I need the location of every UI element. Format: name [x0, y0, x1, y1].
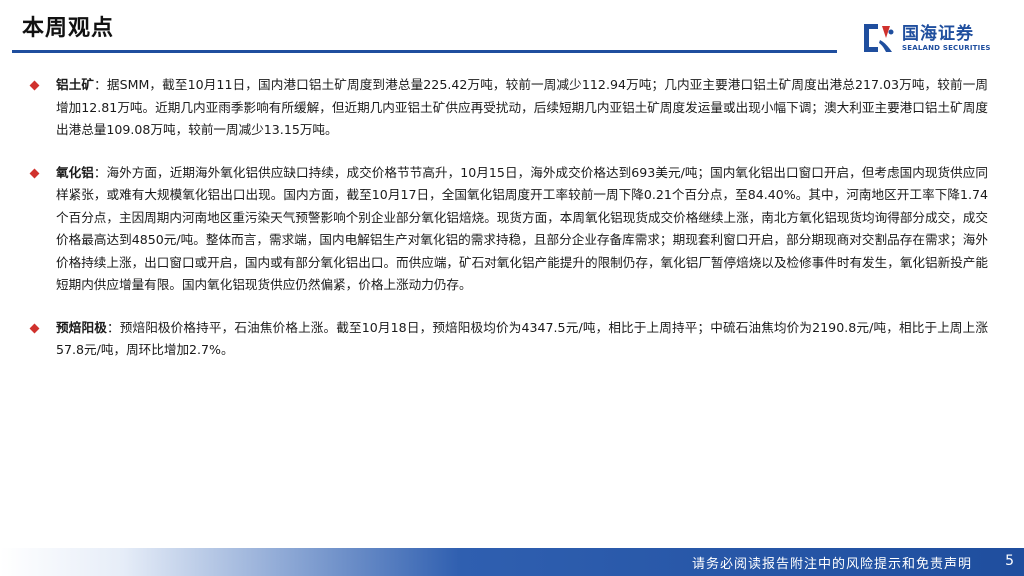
bullet-text: ：据SMM，截至10月11日，国内港口铝土矿周度到港总量225.42万吨，较前一…	[56, 77, 989, 137]
bullet-heading: 氧化铝	[56, 164, 94, 180]
diamond-bullet-icon	[29, 80, 40, 91]
bullet-heading: 预焙阳极	[56, 319, 107, 335]
title-divider	[12, 50, 837, 53]
bullet-prebaked-anode: 预焙阳极：预焙阳极价格持平，石油焦价格上涨。截至10月18日，预焙阳极均价为43…	[28, 317, 988, 362]
bullet-bauxite: 铝土矿：据SMM，截至10月11日，国内港口铝土矿周度到港总量225.42万吨，…	[28, 74, 988, 142]
bullet-alumina: 氧化铝：海外方面，近期海外氧化铝供应缺口持续，成交价格节节高升，10月15日，海…	[28, 162, 988, 297]
diamond-bullet-icon	[29, 323, 40, 333]
diamond-bullet-icon	[29, 168, 40, 178]
bullet-text: ：海外方面，近期海外氧化铝供应缺口持续，成交价格节节高升，10月15日，海外成交…	[56, 164, 988, 293]
logo-chinese-name: 国海证券	[902, 23, 974, 44]
page-title: 本周观点	[22, 16, 115, 41]
logo-english-name: SEALAND SECURITIES	[902, 43, 991, 52]
sealand-logo-icon	[864, 24, 894, 52]
bullet-heading: 铝土矿	[56, 77, 95, 92]
disclaimer-text: 请务必阅读报告附注中的风险提示和免责声明	[691, 557, 972, 572]
bullet-text: ：预焙阳极价格持平，石油焦价格上涨。截至10月18日，预焙阳极均价为4347.5…	[56, 319, 989, 358]
viewpoints-list: 铝土矿：据SMM，截至10月11日，国内港口铝土矿周度到港总量225.42万吨，…	[28, 74, 988, 382]
company-logo: 国海证券 SEALAND SECURITIES	[862, 18, 1012, 58]
page-number: 5	[1005, 553, 1014, 569]
